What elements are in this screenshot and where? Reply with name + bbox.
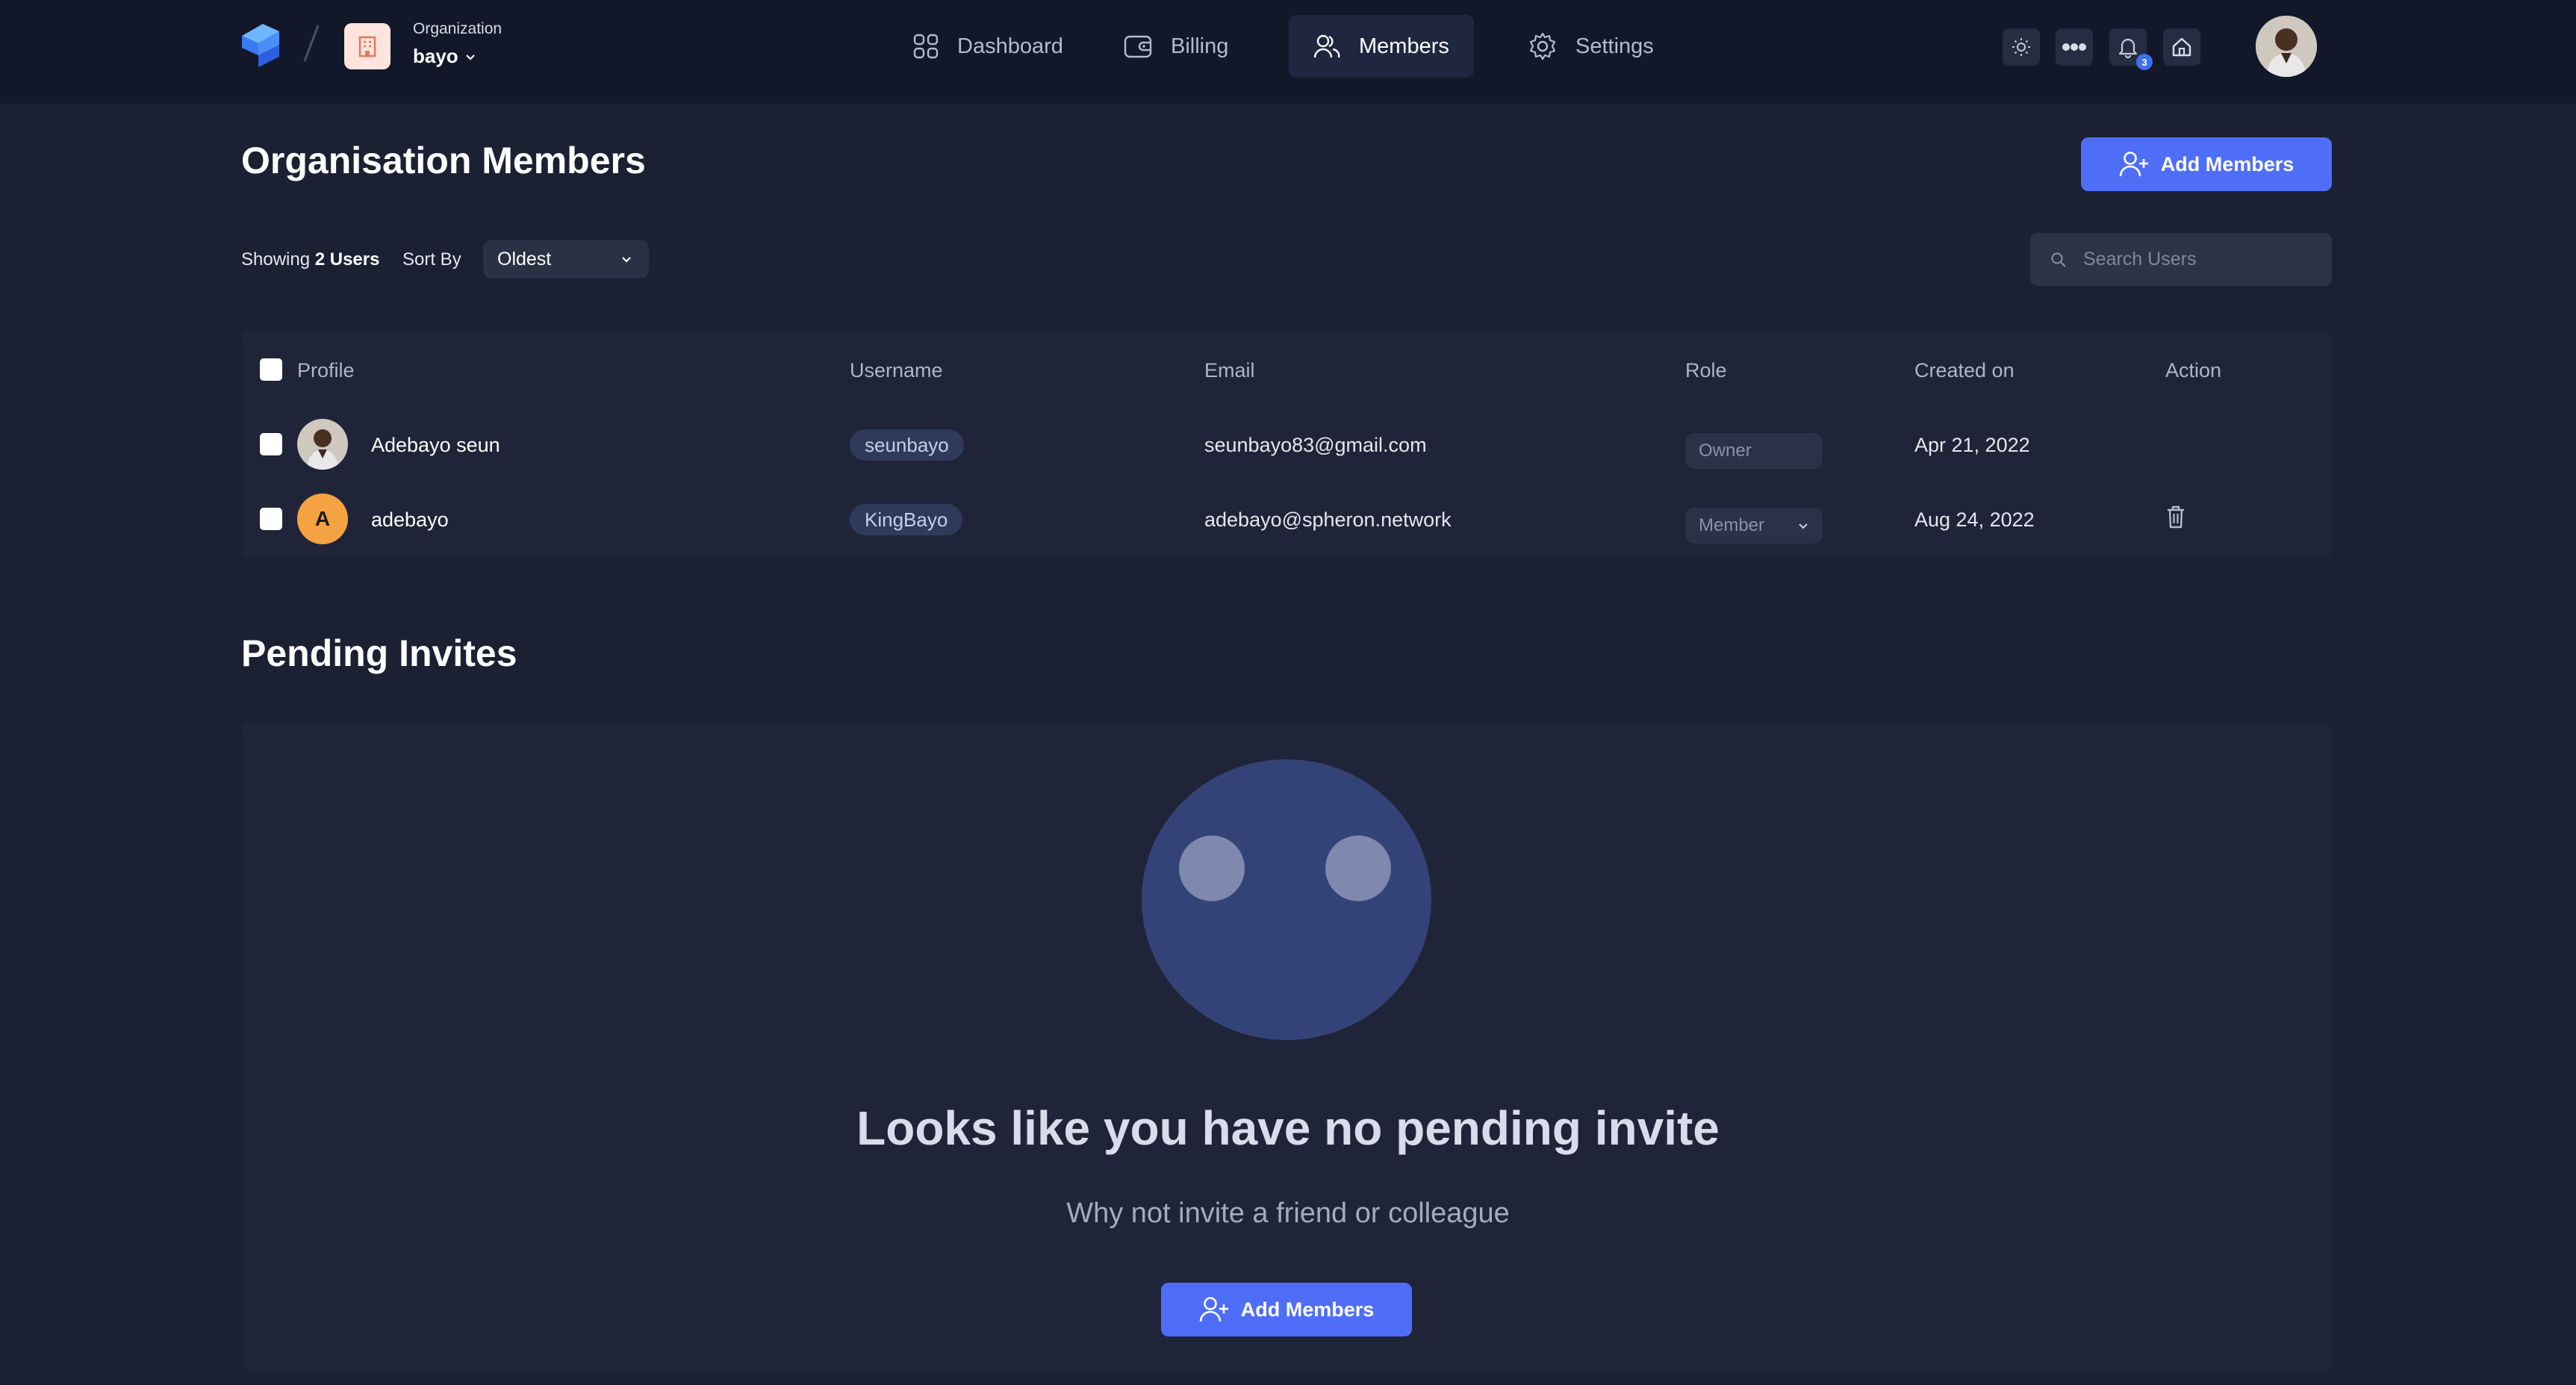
pending-invites-title: Pending Invites	[241, 632, 517, 674]
breadcrumb-separator-icon	[303, 25, 320, 62]
users-icon	[1313, 34, 1340, 58]
wallet-icon	[1124, 35, 1152, 58]
organization-icon	[344, 23, 391, 69]
showing-count: 2 Users	[314, 249, 380, 270]
member-name: Adebayo seun	[371, 434, 500, 456]
username-badge: seunbayo	[850, 429, 964, 461]
search-icon	[2051, 252, 2066, 267]
search-placeholder: Search Users	[2083, 249, 2197, 270]
sort-value: Oldest	[497, 248, 552, 270]
column-header-profile: Profile	[297, 359, 355, 382]
nav-billing-label: Billing	[1171, 34, 1229, 58]
role-badge: Owner	[1685, 433, 1823, 469]
member-name: adebayo	[371, 508, 449, 531]
nav-billing[interactable]: Billing	[1099, 15, 1252, 78]
top-navigation-bar: Organization bayo Dashboard Billing Memb…	[0, 0, 2576, 104]
column-header-role: Role	[1685, 359, 1727, 382]
spheron-logo-icon[interactable]	[239, 21, 282, 70]
select-all-checkbox[interactable]	[260, 358, 282, 381]
sort-label: Sort By	[402, 249, 461, 270]
empty-state-subtitle: Why not invite a friend or colleague	[1066, 1198, 1510, 1229]
showing-prefix: Showing	[241, 249, 311, 270]
user-avatar[interactable]	[2256, 16, 2317, 77]
bell-icon	[2118, 38, 2138, 58]
column-header-action: Action	[2165, 359, 2222, 382]
theme-toggle-button[interactable]	[2003, 28, 2040, 66]
more-options-button[interactable]	[2056, 28, 2093, 66]
column-header-created-on: Created on	[1914, 359, 2015, 382]
organization-caption: Organization	[413, 20, 503, 37]
notification-count-badge: 3	[2136, 54, 2153, 70]
add-members-button[interactable]: Add Members	[2081, 137, 2332, 191]
members-table: Profile Username Email Role Created on A…	[241, 331, 2332, 558]
column-header-username: Username	[850, 359, 943, 382]
organization-switcher[interactable]: bayo	[413, 45, 476, 68]
column-header-email: Email	[1204, 359, 1255, 382]
trash-icon[interactable]	[2165, 504, 2187, 529]
username-badge: KingBayo	[850, 504, 963, 535]
nav-dashboard[interactable]: Dashboard	[889, 15, 1087, 78]
gear-icon	[1529, 32, 1556, 60]
invite-members-button[interactable]: Add Members	[1161, 1283, 1412, 1336]
empty-state-title: Looks like you have no pending invite	[856, 1101, 1720, 1155]
created-date: Aug 24, 2022	[1914, 508, 2035, 531]
chevron-down-icon	[465, 54, 475, 60]
nav-members-label: Members	[1359, 34, 1449, 58]
avatar: A	[297, 494, 348, 544]
home-icon	[2172, 37, 2191, 57]
row-checkbox[interactable]	[260, 508, 282, 530]
nav-members[interactable]: Members	[1289, 15, 1474, 78]
user-plus-icon	[2119, 152, 2148, 177]
page-title: Organisation Members	[241, 140, 646, 181]
user-plus-icon	[1199, 1297, 1228, 1322]
organization-name: bayo	[413, 45, 458, 67]
chevron-down-icon	[1799, 523, 1808, 529]
add-members-label: Add Members	[2160, 152, 2295, 175]
sun-icon	[2012, 38, 2030, 56]
notifications-button[interactable]: 3	[2109, 28, 2153, 70]
member-email: seunbayo83@gmail.com	[1204, 434, 1427, 456]
empty-state-illustration-icon	[1142, 759, 1431, 1040]
invite-members-label: Add Members	[1240, 1298, 1375, 1321]
sort-select[interactable]: Oldest	[483, 240, 649, 278]
role-select[interactable]: Member	[1685, 508, 1823, 544]
role-value: Member	[1699, 515, 1765, 535]
member-email: adebayo@spheron.network	[1204, 508, 1452, 531]
created-date: Apr 21, 2022	[1914, 434, 2030, 456]
nav-settings-label: Settings	[1575, 34, 1654, 58]
role-value: Owner	[1699, 441, 1752, 461]
grid-icon	[913, 34, 939, 59]
home-button[interactable]	[2163, 28, 2200, 66]
nav-dashboard-label: Dashboard	[957, 34, 1063, 58]
nav-settings[interactable]: Settings	[1504, 15, 1678, 78]
row-checkbox[interactable]	[260, 433, 282, 455]
user-count-text: Showing 2 Users	[241, 249, 379, 270]
chevron-down-icon	[622, 257, 631, 263]
more-horizontal-icon	[2062, 43, 2086, 51]
avatar	[297, 419, 348, 470]
search-input[interactable]: Search Users	[2030, 233, 2332, 286]
